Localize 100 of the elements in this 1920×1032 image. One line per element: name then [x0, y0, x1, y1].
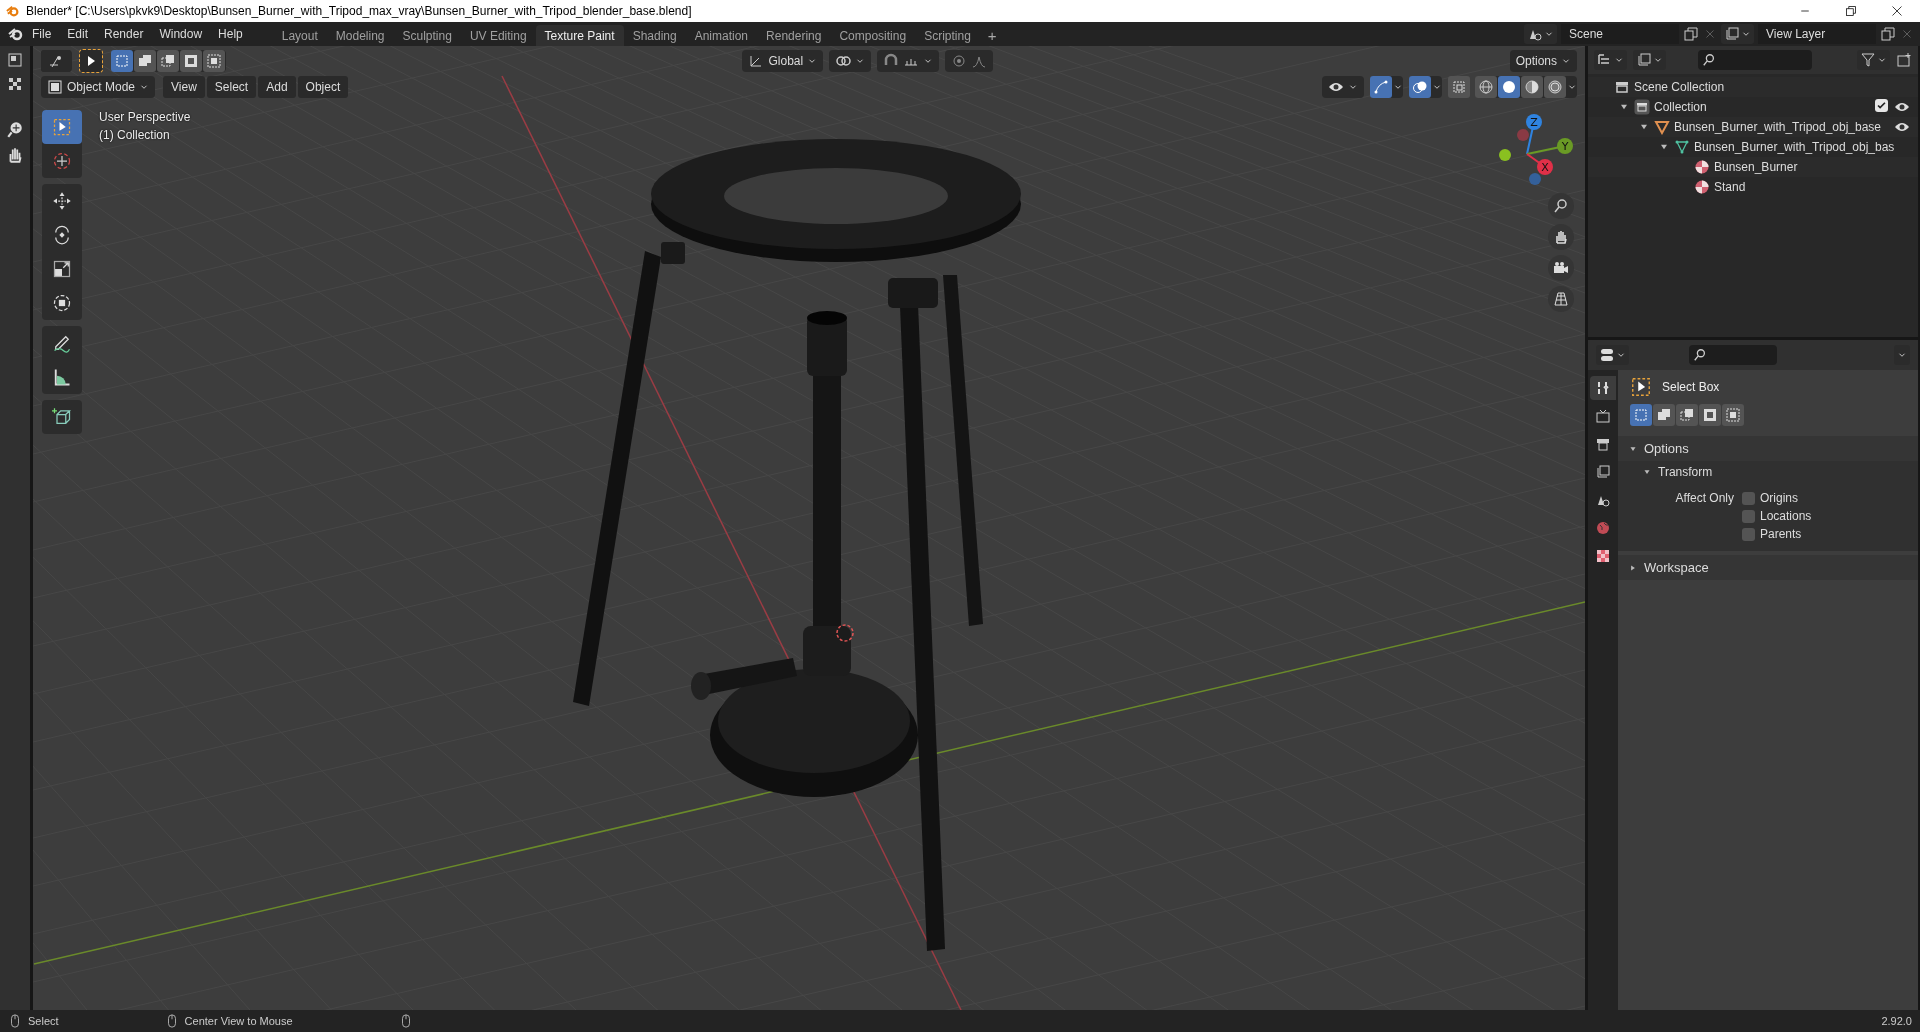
scene-icon	[1614, 79, 1630, 95]
view-layer-icon	[1636, 52, 1652, 68]
pivot-dropdown[interactable]	[829, 50, 872, 72]
select-mode-button[interactable]	[157, 50, 179, 72]
shading-mode-button[interactable]	[1498, 76, 1520, 98]
3d-cursor-icon	[836, 624, 854, 642]
outliner-item[interactable]: Bunsen_Burner_with_Tripod_obj_bas	[1694, 140, 1895, 154]
workspace-tab[interactable]: Layout	[272, 25, 327, 46]
viewport-menu[interactable]: Select	[206, 76, 257, 98]
zoom-icon[interactable]	[6, 120, 24, 138]
view-layer-icon	[1724, 26, 1740, 42]
proportional-icon	[951, 53, 968, 69]
zoom-button[interactable]	[1548, 193, 1574, 219]
workspace-tab[interactable]: Shading	[623, 25, 686, 46]
search-field[interactable]	[1689, 345, 1777, 365]
outliner-item[interactable]: Bunsen_Burner_with_Tripod_obj_base	[1674, 120, 1882, 134]
active-tool-name: Select Box	[1662, 380, 1720, 394]
outliner-item[interactable]: Bunsen_Burner	[1714, 160, 1798, 174]
shading-mode-button[interactable]	[1544, 76, 1566, 98]
viewport-menu[interactable]: Object	[297, 76, 349, 98]
workspace-tab[interactable]: Animation	[685, 25, 758, 46]
transform-pivot-button[interactable]	[41, 50, 71, 72]
snap-dropdown[interactable]	[877, 50, 940, 72]
proportional-edit-dropdown[interactable]	[945, 50, 994, 72]
select-mode-button[interactable]	[203, 50, 225, 72]
checkmark-icon	[1876, 100, 1887, 111]
checker-icon[interactable]	[7, 76, 23, 92]
exclude-checkbox[interactable]	[1875, 99, 1888, 112]
viewport-menu[interactable]: Add	[258, 76, 296, 98]
navigation-gizmo[interactable]: Z Y X	[1499, 114, 1573, 185]
wireframe-shading-icon	[1478, 79, 1494, 95]
panel-header[interactable]: Options	[1618, 436, 1918, 461]
add-workspace-button[interactable]: +	[979, 25, 1005, 46]
option-checkbox[interactable]: Locations	[1742, 509, 1918, 523]
orientation-dropdown[interactable]: Global	[742, 50, 824, 72]
select-mode-button[interactable]	[134, 50, 156, 72]
subpanel-header[interactable]: Transform	[1618, 461, 1918, 483]
select-mode-button[interactable]	[1722, 404, 1744, 426]
properties-icon	[1599, 347, 1615, 363]
outliner-item[interactable]: Stand	[1714, 180, 1746, 194]
outliner-item[interactable]: Scene Collection	[1634, 80, 1725, 94]
xray-icon	[1451, 79, 1467, 95]
workspace-tab[interactable]: Rendering	[757, 25, 831, 46]
camera-button[interactable]	[1548, 255, 1574, 281]
collection-icon	[1634, 99, 1650, 115]
workspace-tab[interactable]: UV Editing	[460, 25, 536, 46]
view-layer-name-field[interactable]: View Layer	[1758, 24, 1876, 44]
mouse-left-icon	[8, 1014, 22, 1028]
visibility-dropdown[interactable]	[1322, 76, 1364, 98]
menu-item[interactable]: Edit	[59, 23, 97, 45]
workspace-tab[interactable]: Texture Paint	[535, 25, 624, 46]
select-tool-button[interactable]	[80, 50, 102, 72]
select-mode-button[interactable]	[1653, 404, 1675, 426]
output-icon	[1595, 436, 1611, 452]
options-dropdown[interactable]: Options	[1509, 50, 1577, 72]
new-collection-icon[interactable]	[1896, 52, 1912, 68]
workspace-tab[interactable]: Modeling	[326, 25, 394, 46]
editor-type-icon[interactable]	[7, 52, 23, 68]
pan-button[interactable]	[1548, 224, 1574, 250]
menu-item[interactable]: Window	[151, 23, 211, 45]
option-checkbox[interactable]: Origins	[1742, 491, 1918, 505]
shading-mode-button[interactable]	[1475, 76, 1497, 98]
viewport-menu[interactable]: View	[163, 76, 205, 98]
solid-shading-icon	[1501, 79, 1517, 95]
select-mode-button[interactable]	[1676, 404, 1698, 426]
perspective-button[interactable]	[1548, 286, 1574, 312]
workspace-tab[interactable]: Scripting	[915, 25, 980, 46]
window-title: Blender* [C:\Users\pkvk9\Desktop\Bunsen_Burner_with_Tripod_max_vray\Bunsen_Burner_with_Tripod_blender_base.blend]	[26, 4, 692, 18]
scene-selector[interactable]	[1524, 24, 1557, 44]
outliner-item[interactable]: Collection	[1654, 100, 1707, 114]
menu-item[interactable]: Help	[210, 23, 251, 45]
workspace-tab[interactable]: Sculpting	[393, 25, 461, 46]
material-shading-icon	[1524, 79, 1540, 95]
scene-name-field[interactable]: Scene	[1561, 24, 1679, 44]
workspace-tab[interactable]: Compositing	[830, 25, 916, 46]
copy-icon[interactable]	[1880, 26, 1896, 42]
blender-logo-icon[interactable]	[8, 26, 24, 42]
select-mode-button[interactable]	[111, 50, 133, 72]
gizmo-toggle[interactable]	[1370, 76, 1392, 98]
view-layer-selector[interactable]	[1721, 24, 1754, 44]
display-mode-dropdown[interactable]	[1594, 50, 1627, 70]
select-mode-button[interactable]	[1630, 404, 1652, 426]
select-mode-button[interactable]	[180, 50, 202, 72]
tool-properties-tab[interactable]	[1590, 376, 1616, 400]
copy-icon[interactable]	[1683, 26, 1699, 42]
editor-type-dropdown[interactable]	[1596, 345, 1629, 365]
shading-mode-button[interactable]	[1521, 76, 1543, 98]
overlays-toggle[interactable]	[1409, 76, 1431, 98]
menu-item[interactable]: File	[24, 23, 60, 45]
filter-dropdown[interactable]	[1857, 50, 1890, 70]
blender-logo-icon	[6, 4, 20, 18]
option-checkbox[interactable]: Parents	[1742, 527, 1918, 541]
search-field[interactable]	[1698, 50, 1812, 70]
menu-item[interactable]: Render	[96, 23, 152, 45]
mode-dropdown[interactable]: Object Mode	[41, 76, 156, 98]
xray-toggle[interactable]	[1448, 76, 1470, 98]
select-mode-button[interactable]	[1699, 404, 1721, 426]
search-icon	[1702, 53, 1716, 67]
filter-view-dropdown[interactable]	[1633, 50, 1666, 70]
panel-header[interactable]: Workspace	[1618, 555, 1918, 580]
